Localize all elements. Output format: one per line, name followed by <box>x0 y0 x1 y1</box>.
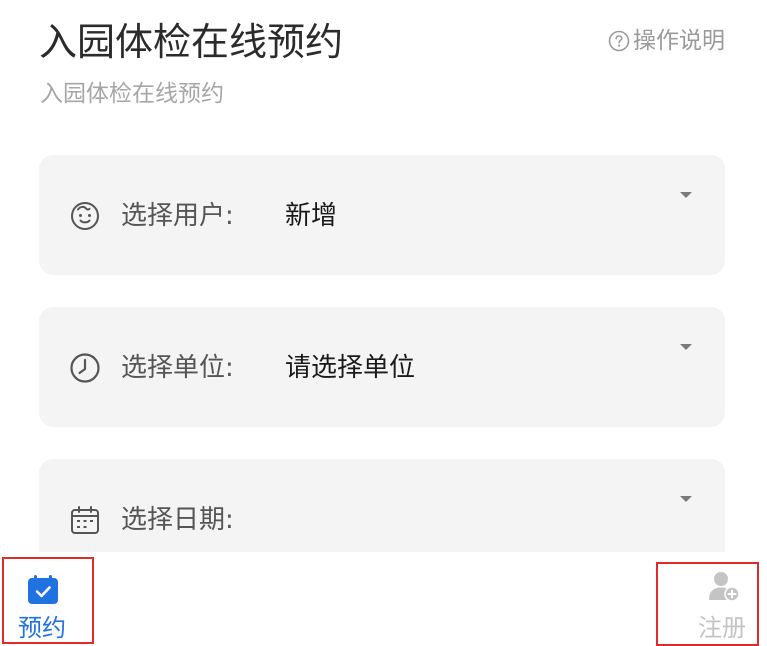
dropdown-arrow-icon <box>680 496 692 502</box>
baby-face-icon <box>69 200 101 232</box>
user-add-icon <box>708 570 740 602</box>
tab-appointment[interactable]: 预约 <box>2 557 94 644</box>
help-link[interactable]: 操作说明 <box>608 25 725 57</box>
page-subtitle: 入园体检在线预约 <box>40 81 224 107</box>
question-circle-icon <box>608 30 630 52</box>
select-unit-field[interactable]: 选择单位: 请选择单位 <box>39 307 725 427</box>
select-unit-label: 选择单位: <box>121 353 234 383</box>
tab-appointment-label: 预约 <box>18 614 66 642</box>
select-unit-value: 请选择单位 <box>285 353 416 383</box>
dropdown-arrow-icon <box>680 344 692 350</box>
calendar-check-icon <box>27 575 59 605</box>
calendar-icon <box>69 504 101 536</box>
clock-icon <box>69 352 101 384</box>
select-date-label: 选择日期: <box>121 505 234 535</box>
select-user-value: 新增 <box>285 201 338 231</box>
dropdown-arrow-icon <box>680 192 692 198</box>
bottom-tab-bar: 预约 注册 <box>0 552 767 646</box>
tab-register-label: 注册 <box>698 614 746 642</box>
select-user-label: 选择用户: <box>121 201 234 231</box>
select-user-field[interactable]: 选择用户: 新增 <box>39 155 725 275</box>
help-label: 操作说明 <box>633 28 725 54</box>
page-title: 入园体检在线预约 <box>39 20 344 64</box>
tab-register[interactable]: 注册 <box>656 562 759 646</box>
